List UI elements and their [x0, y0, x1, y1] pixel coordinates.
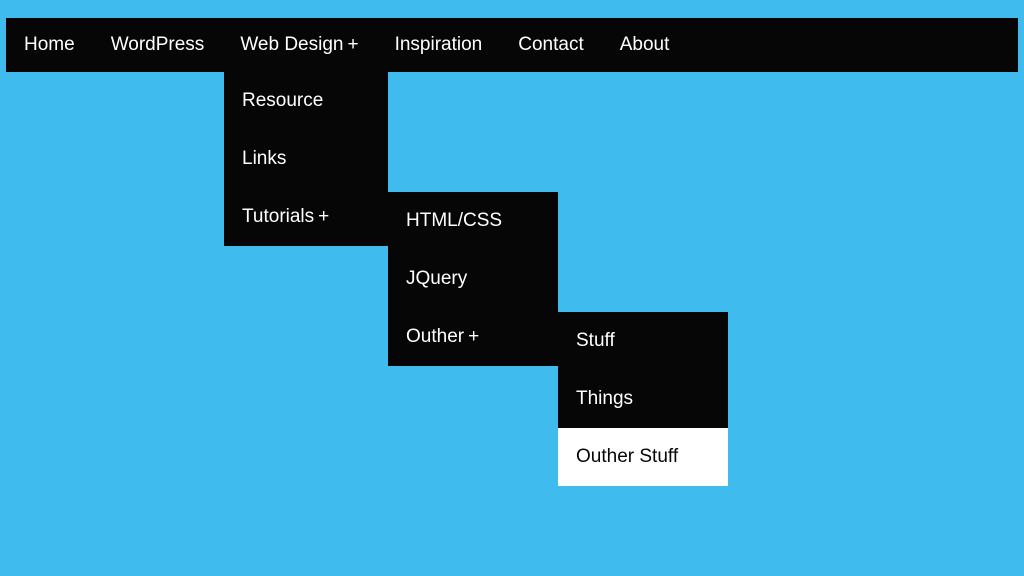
chevron-down-icon: + — [347, 34, 358, 55]
dropdown-item-resource[interactable]: Resource — [224, 72, 388, 130]
dropdown-label: JQuery — [406, 268, 467, 289]
dropdown-label: Outher — [406, 326, 464, 347]
chevron-right-icon: + — [468, 326, 479, 347]
dropdown-label: Outher Stuff — [576, 446, 678, 467]
nav-label: Inspiration — [395, 34, 483, 55]
dropdown-item-html-css[interactable]: HTML/CSS — [388, 192, 558, 250]
dropdown-label: Things — [576, 388, 633, 409]
dropdown-item-links[interactable]: Links — [224, 130, 388, 188]
nav-item-contact[interactable]: Contact — [500, 18, 601, 72]
chevron-right-icon: + — [318, 206, 329, 227]
dropdown-web-design: Resource Links Tutorials+ — [224, 72, 388, 246]
dropdown-label: HTML/CSS — [406, 210, 502, 231]
dropdown-item-tutorials[interactable]: Tutorials+ — [224, 188, 388, 246]
dropdown-item-jquery[interactable]: JQuery — [388, 250, 558, 308]
nav-item-about[interactable]: About — [602, 18, 688, 72]
dropdown-label: Links — [242, 148, 286, 169]
dropdown-item-outher-stuff[interactable]: Outher Stuff — [558, 428, 728, 486]
dropdown-label: Stuff — [576, 330, 615, 351]
dropdown-outher: Stuff Things Outher Stuff — [558, 312, 728, 486]
dropdown-label: Resource — [242, 90, 323, 111]
nav-item-wordpress[interactable]: WordPress — [93, 18, 223, 72]
dropdown-item-outher[interactable]: Outher+ — [388, 308, 558, 366]
nav-label: About — [620, 34, 670, 55]
nav-label: Web Design — [240, 34, 343, 55]
dropdown-item-things[interactable]: Things — [558, 370, 728, 428]
nav-item-inspiration[interactable]: Inspiration — [377, 18, 501, 72]
dropdown-label: Tutorials — [242, 206, 314, 227]
dropdown-item-stuff[interactable]: Stuff — [558, 312, 728, 370]
main-navbar: Home WordPress Web Design+ Inspiration C… — [6, 18, 1018, 72]
nav-item-home[interactable]: Home — [6, 18, 93, 72]
nav-label: WordPress — [111, 34, 205, 55]
nav-label: Contact — [518, 34, 583, 55]
nav-item-web-design[interactable]: Web Design+ — [222, 18, 376, 72]
nav-label: Home — [24, 34, 75, 55]
dropdown-tutorials: HTML/CSS JQuery Outher+ — [388, 192, 558, 366]
